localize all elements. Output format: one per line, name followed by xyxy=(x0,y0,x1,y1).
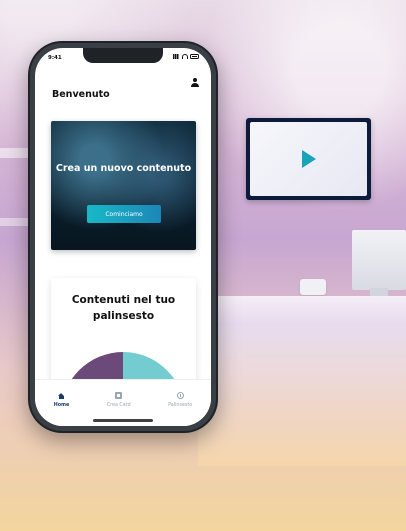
phone-screen: 9:41 Benvenuto Crea un nuovo contenuto C… xyxy=(35,48,211,426)
start-button[interactable]: Cominciamo xyxy=(87,205,161,223)
create-content-title: Crea un nuovo contenuto xyxy=(55,163,192,174)
status-icons xyxy=(173,54,199,59)
nav-home[interactable]: Home xyxy=(53,392,70,408)
monitor xyxy=(352,230,406,290)
home-icon xyxy=(58,392,65,399)
status-time: 9:41 xyxy=(48,55,62,61)
chart-card-title: Contenuti nel tuo palinsesto xyxy=(71,294,176,322)
create-card-icon xyxy=(115,392,123,399)
wifi-icon xyxy=(182,54,188,59)
scene-background: 9:41 Benvenuto Crea un nuovo contenuto C… xyxy=(0,0,406,531)
play-icon xyxy=(301,150,316,168)
create-content-card[interactable]: Crea un nuovo contenuto Cominciamo xyxy=(51,121,196,250)
user-icon-head xyxy=(193,78,197,82)
phone-notch xyxy=(83,48,163,63)
user-icon[interactable] xyxy=(191,78,199,87)
counter-front xyxy=(198,326,406,466)
user-icon-body xyxy=(191,83,199,87)
signal-icon xyxy=(173,54,180,59)
nav-home-label: Home xyxy=(53,403,70,408)
nav-create-card[interactable]: Crea Card xyxy=(107,392,131,408)
page-title: Benvenuto xyxy=(52,89,110,100)
printer xyxy=(300,279,326,295)
home-indicator xyxy=(93,419,153,422)
tv-screen xyxy=(246,118,371,200)
counter-top xyxy=(198,296,406,326)
nav-palinsesto-label: Palinsesto xyxy=(168,403,193,408)
palinsesto-icon xyxy=(176,392,184,399)
nav-create-card-label: Crea Card xyxy=(106,403,131,408)
phone-mockup: 9:41 Benvenuto Crea un nuovo contenuto C… xyxy=(28,41,218,433)
tv-display xyxy=(250,122,367,196)
nav-palinsesto[interactable]: Palinsesto xyxy=(168,392,192,408)
battery-icon xyxy=(190,54,199,59)
